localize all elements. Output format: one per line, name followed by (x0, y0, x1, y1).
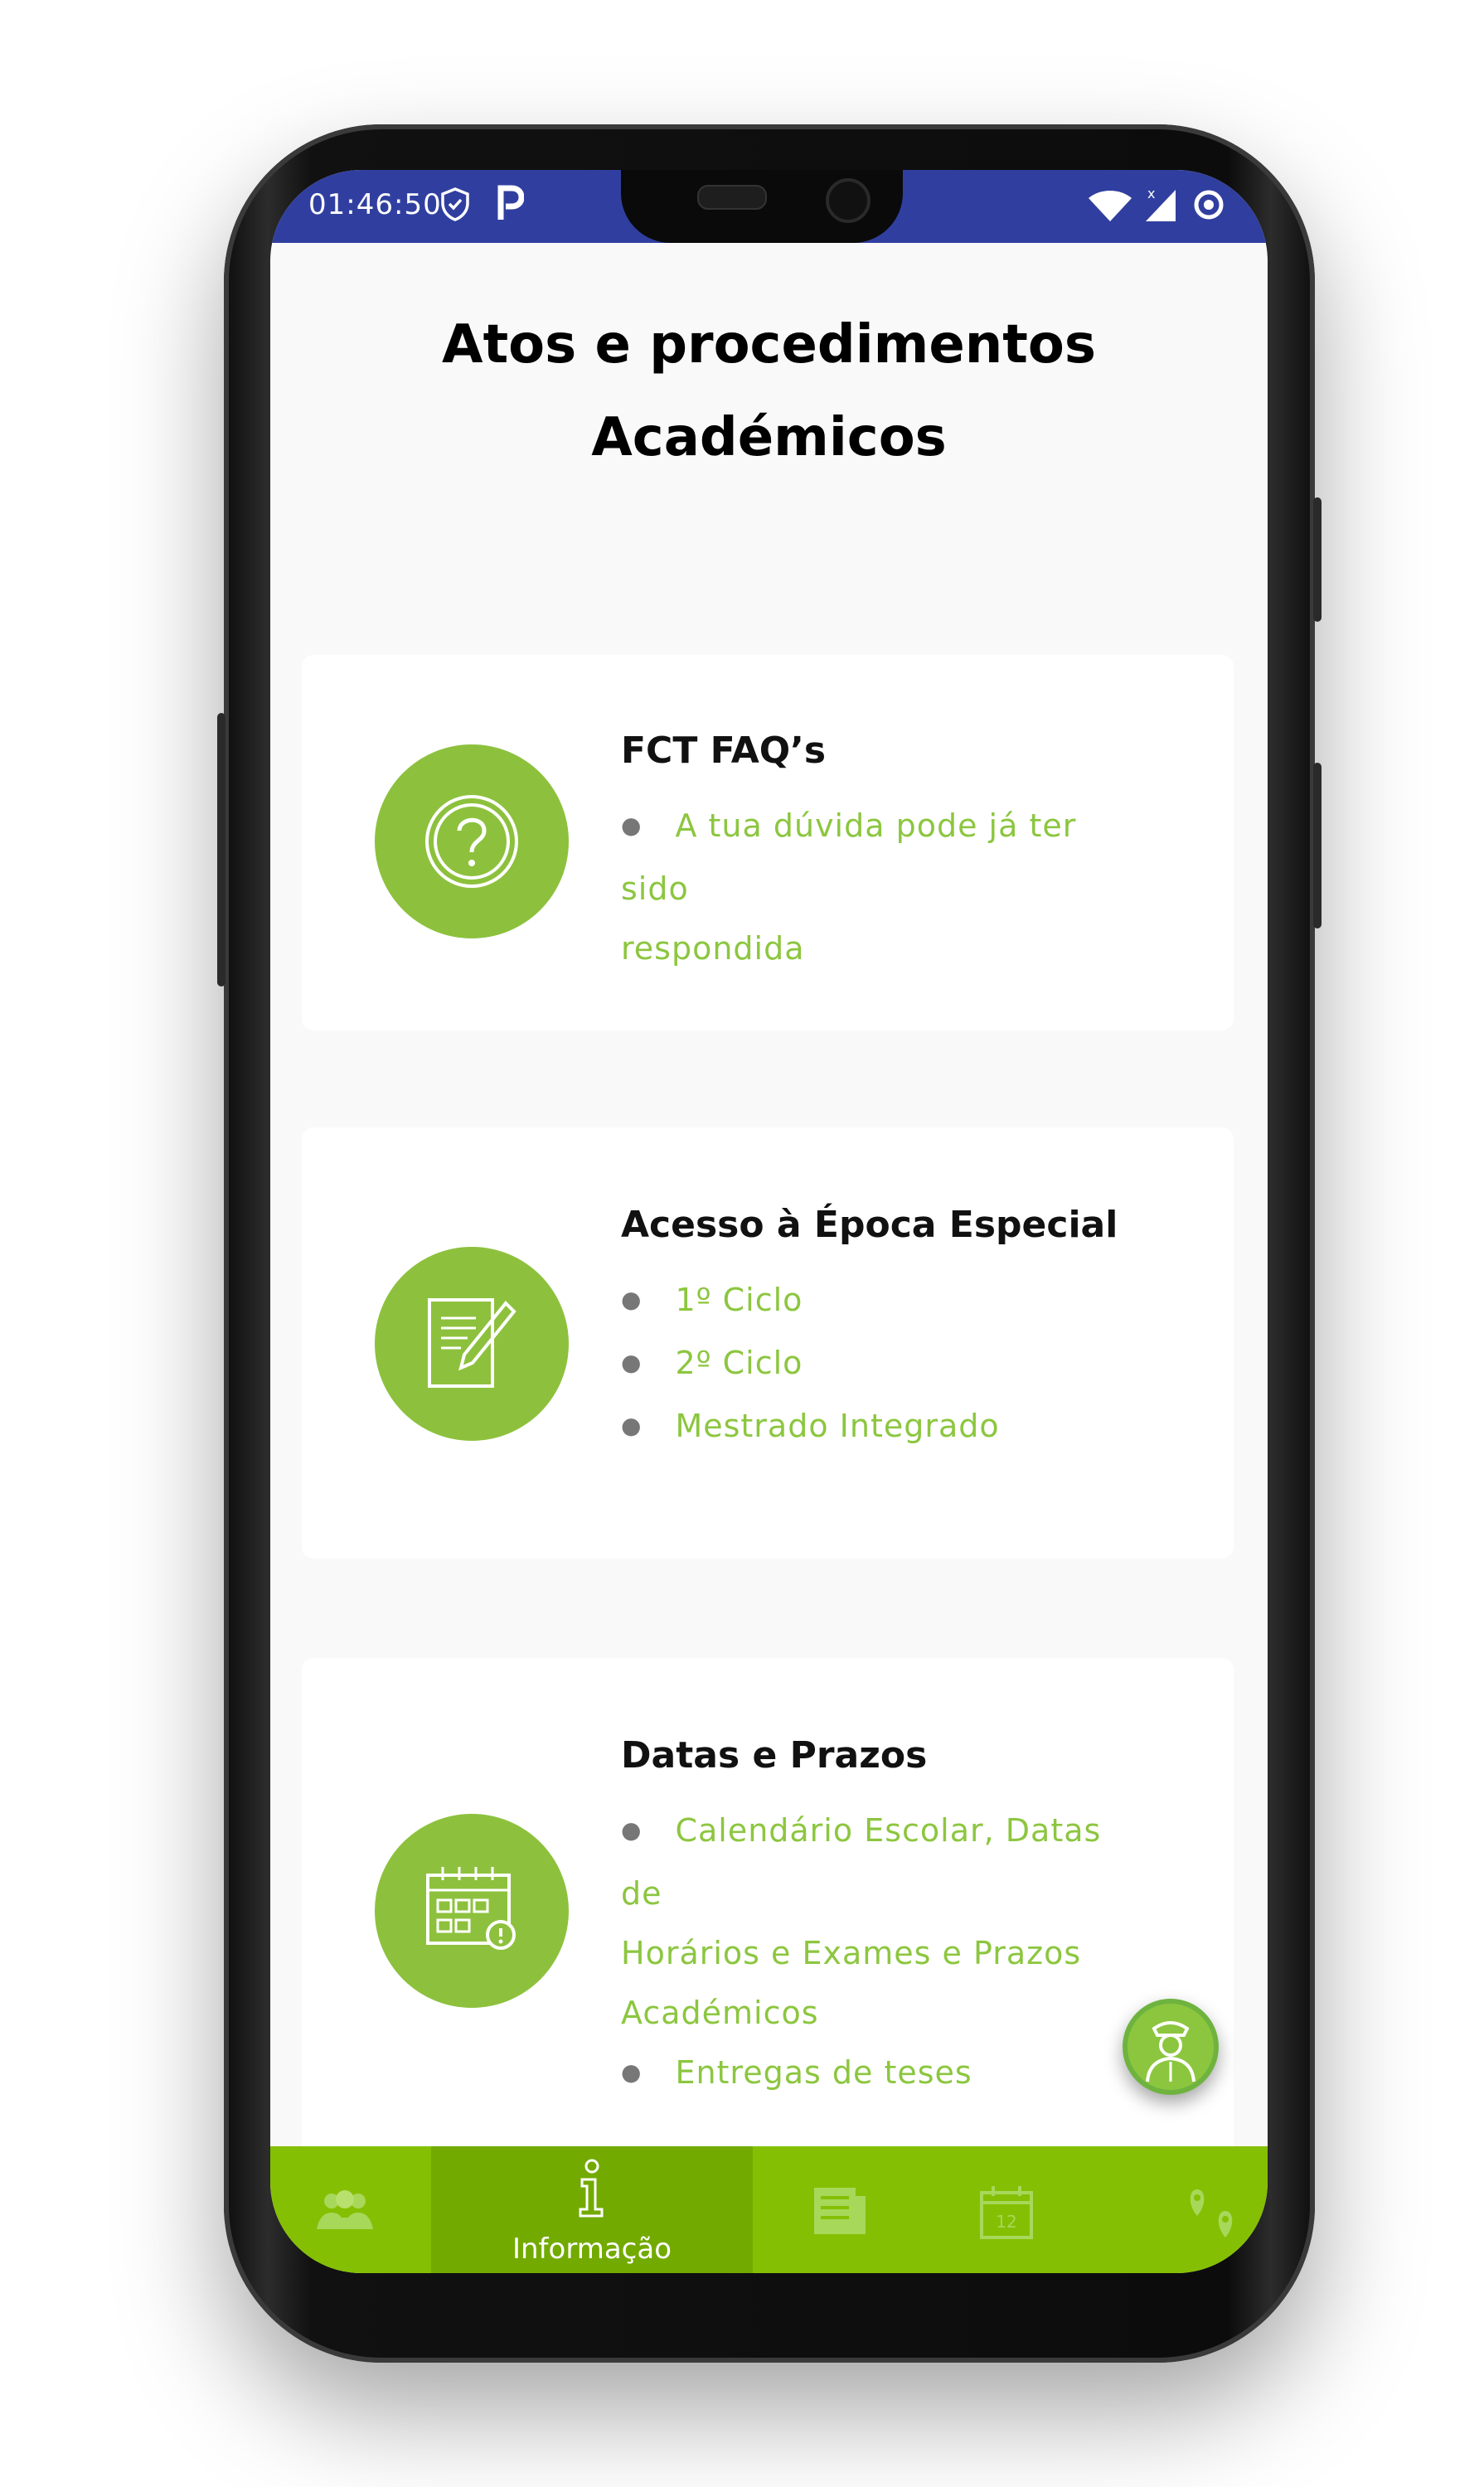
list-item[interactable]: respondida (621, 919, 1152, 978)
bottom-nav: Informação 12 (270, 2146, 1268, 2273)
calendar-alert-icon (375, 1814, 569, 2008)
card-items: ● 1º Ciclo ● 2º Ciclo ● Mestrado Integrado (621, 1270, 1152, 1459)
page-title-line2: Académicos (591, 407, 947, 468)
wifi-icon (1087, 190, 1133, 226)
list-item[interactable]: ● 2º Ciclo (621, 1333, 1152, 1396)
nav-item-map[interactable] (1101, 2146, 1268, 2273)
list-item[interactable]: ● 1º Ciclo (621, 1270, 1152, 1333)
list-item[interactable]: ● Calendário Escolar, Datas de (621, 1801, 1152, 1923)
nav-item-informacao[interactable]: Informação (431, 2146, 753, 2273)
list-item[interactable]: ● A tua dúvida pode já ter sido (621, 796, 1152, 919)
list-item[interactable]: Académicos (621, 1983, 1152, 2043)
card-title: Datas e Prazos (621, 1734, 928, 1777)
status-bar: 01:46:50 x (270, 170, 1268, 243)
card-items: ● Calendário Escolar, Datas de Horários e… (621, 1801, 1152, 2106)
nav-item-people[interactable] (270, 2146, 431, 2273)
question-icon (375, 744, 569, 938)
shield-icon (440, 187, 470, 225)
document-edit-icon (375, 1247, 569, 1441)
power-button (1313, 763, 1322, 928)
list-item[interactable]: ● Mestrado Integrado (621, 1396, 1152, 1459)
alert-slider (1313, 497, 1322, 622)
card-title: FCT FAQ’s (621, 730, 827, 772)
status-time: 01:46:50 (308, 188, 442, 221)
page-title-line1: Atos e procedimentos (442, 314, 1096, 376)
info-icon (579, 2159, 604, 2218)
nav-item-news[interactable] (753, 2146, 919, 2273)
svg-text:x: x (1147, 186, 1155, 201)
volume-button (217, 713, 226, 987)
signal-icon: x (1142, 185, 1179, 226)
officer-avatar-icon (1128, 2004, 1214, 2090)
card-epoca-especial[interactable]: Acesso à Época Especial ● 1º Ciclo ● 2º Ci… (302, 1127, 1234, 1559)
parking-icon (496, 185, 525, 225)
calendar-icon: 12 (980, 2186, 1033, 2239)
nav-label: Informação (512, 2232, 672, 2266)
svg-text:12: 12 (996, 2212, 1016, 2232)
list-item[interactable]: ● Entregas de teses (621, 2043, 1152, 2106)
app-screen: 01:46:50 x Atos e procedimentos Académic… (270, 170, 1268, 2273)
card-datas-prazos[interactable]: Datas e Prazos ● Calendário Escolar, Data… (302, 1658, 1234, 2155)
assistant-fab-button[interactable] (1123, 1999, 1219, 2095)
newspaper-icon (814, 2188, 866, 2234)
map-pins-icon (1190, 2189, 1233, 2237)
people-icon (317, 2190, 373, 2229)
sync-icon (1192, 188, 1225, 225)
speaker-grille (697, 185, 767, 210)
card-title: Acesso à Época Especial (621, 1204, 1118, 1246)
card-items: ● A tua dúvida pode já ter sido respondid… (621, 796, 1152, 978)
nav-item-calendar[interactable]: 12 (919, 2146, 1101, 2273)
front-camera (826, 178, 871, 223)
page-title: Atos e procedimentos Académicos (270, 298, 1268, 484)
list-item[interactable]: Horários e Exames e Prazos (621, 1923, 1152, 1983)
card-fct-faqs[interactable]: FCT FAQ’s ● A tua dúvida pode já ter sido… (302, 655, 1234, 1030)
